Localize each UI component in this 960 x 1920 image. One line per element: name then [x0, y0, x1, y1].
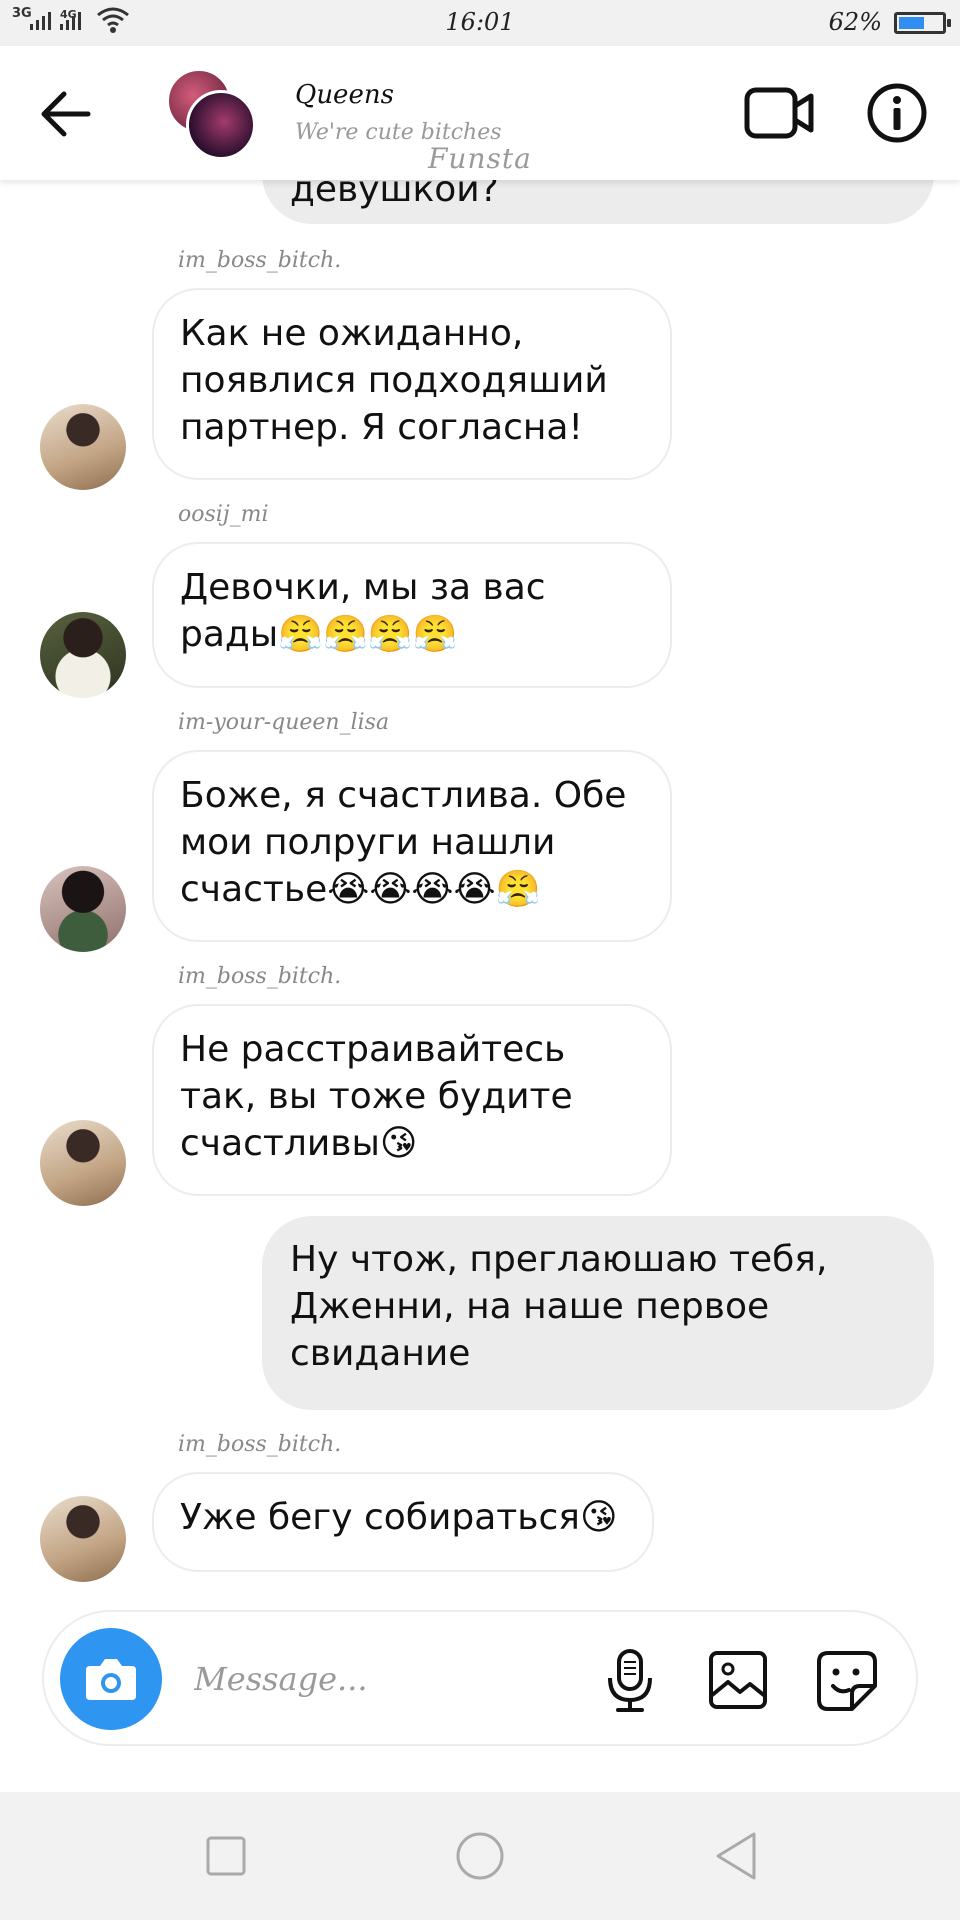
message-bubble-incoming[interactable]: Девочки, мы за вас рады😤😤😤😤	[152, 542, 672, 688]
sender-name: im_boss_bitch.	[178, 1432, 342, 1457]
message-bubble-incoming[interactable]: Не расстраивайтесь так, вы тоже будите с…	[152, 1004, 672, 1196]
message-text: Не расстраивайтесь так, вы тоже будите с…	[180, 1029, 573, 1164]
message-bubble-incoming[interactable]: Боже, я счастлива. Обе мои полруги нашли…	[152, 750, 672, 942]
square-icon	[206, 1836, 246, 1876]
microphone-button[interactable]	[602, 1648, 658, 1714]
sender-name: im-your-queen_lisa	[178, 710, 390, 735]
message-input[interactable]	[192, 1650, 626, 1708]
avatar[interactable]	[40, 866, 126, 952]
back-nav-button[interactable]	[706, 1826, 766, 1886]
sticker-button[interactable]	[816, 1650, 878, 1712]
watermark: Funsta	[428, 142, 532, 175]
battery-level-fill	[899, 17, 924, 29]
info-icon	[867, 83, 927, 143]
arrow-left-icon	[41, 91, 91, 137]
gallery-button[interactable]	[708, 1650, 768, 1710]
image-icon	[709, 1651, 767, 1709]
message-list[interactable]: девушкой? im_boss_bitch. Как не ожиданно…	[0, 100, 960, 1590]
battery-icon	[894, 12, 951, 34]
circle-icon	[456, 1832, 504, 1880]
home-button[interactable]	[450, 1826, 510, 1886]
chat-title[interactable]: Queens	[295, 80, 394, 110]
system-nav-bar	[0, 1792, 960, 1920]
message-bubble-incoming[interactable]: Уже бегу собираться😘	[152, 1472, 654, 1572]
triangle-back-icon	[716, 1832, 756, 1880]
avatar	[186, 90, 256, 160]
avatar[interactable]	[40, 1496, 126, 1582]
battery-percent: 62%	[828, 8, 882, 36]
camera-icon	[86, 1659, 136, 1700]
sender-name: im_boss_bitch.	[178, 964, 342, 989]
video-camera-icon	[744, 87, 814, 139]
message-text: Ну чтож, преглаюшаю тебя, Дженни, на наш…	[290, 1239, 828, 1374]
camera-button[interactable]	[60, 1628, 162, 1730]
avatar[interactable]	[40, 404, 126, 490]
status-bar: 3G 4G 16:01 62%	[0, 0, 960, 46]
recent-apps-button[interactable]	[196, 1826, 256, 1886]
chat-header: Queens We're cute bitches Funsta	[0, 46, 960, 180]
back-button[interactable]	[40, 90, 92, 138]
sticker-icon	[817, 1651, 877, 1711]
avatar[interactable]	[40, 1120, 126, 1206]
sender-name: im_boss_bitch.	[178, 248, 342, 273]
message-text: Девочки, мы за вас рады😤😤😤😤	[180, 567, 546, 655]
avatar[interactable]	[40, 612, 126, 698]
info-button[interactable]	[866, 82, 928, 144]
message-text: Как не ожиданно, появлися подходяший пар…	[180, 313, 608, 448]
message-text: Боже, я счастлива. Обе мои полруги нашли…	[180, 775, 627, 910]
message-text: Уже бегу собираться😘	[180, 1497, 618, 1538]
clock: 16:01	[445, 8, 515, 36]
message-bubble-outgoing[interactable]: Ну чтож, преглаюшаю тебя, Дженни, на наш…	[262, 1216, 934, 1410]
group-avatar[interactable]	[166, 68, 256, 160]
message-bubble-incoming[interactable]: Как не ожиданно, появлися подходяший пар…	[152, 288, 672, 480]
video-call-button[interactable]	[744, 84, 814, 144]
sender-name: oosij_mi	[178, 502, 269, 527]
microphone-icon	[608, 1649, 652, 1712]
message-composer	[42, 1610, 918, 1746]
